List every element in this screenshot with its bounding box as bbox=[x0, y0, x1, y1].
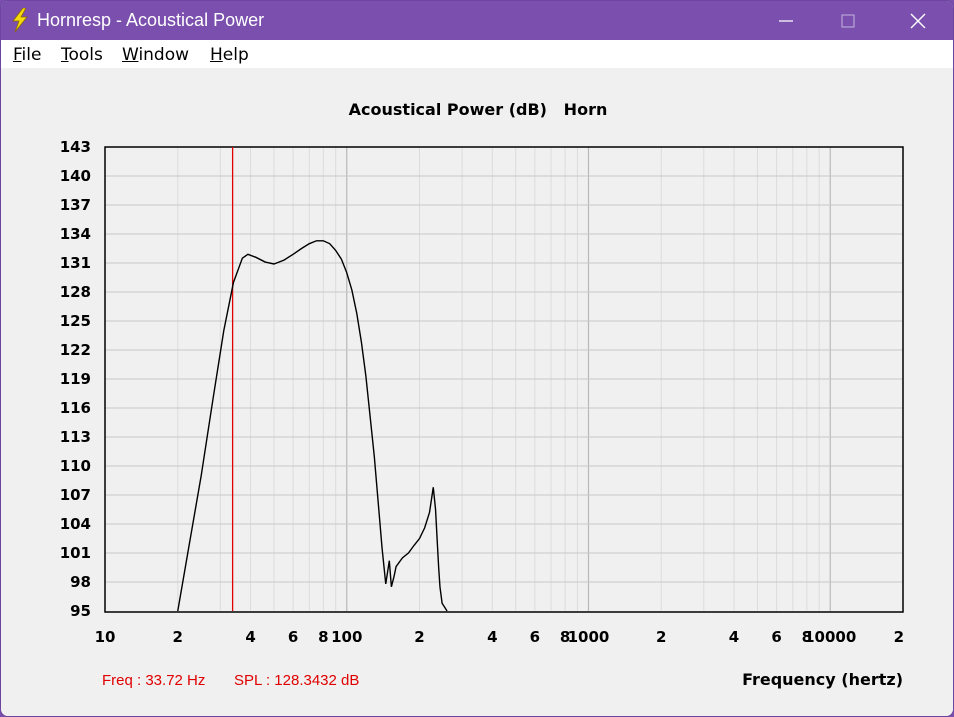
chart-area: Acoustical Power (dB) Horn 143 140 137 134 1… bbox=[1, 68, 953, 716]
x-tick-label: 6 bbox=[530, 628, 540, 646]
x-tick-label: 2 bbox=[414, 628, 424, 646]
x-tick-label: 4 bbox=[729, 628, 739, 646]
freq-readout: Freq : 33.72 Hz bbox=[102, 672, 205, 689]
minimize-button[interactable] bbox=[763, 1, 809, 40]
y-tick-label: 107 bbox=[60, 486, 91, 504]
x-tick-label: 6 bbox=[288, 628, 298, 646]
lightning-bolt-icon bbox=[12, 8, 28, 32]
menu-file[interactable]: File bbox=[13, 45, 41, 65]
y-tick-label: 104 bbox=[60, 515, 91, 533]
y-tick-label: 113 bbox=[60, 428, 91, 446]
y-tick-label: 116 bbox=[60, 399, 91, 417]
y-tick-label: 143 bbox=[60, 138, 91, 156]
y-tick-label: 137 bbox=[60, 196, 91, 214]
x-tick-label: 10 bbox=[95, 628, 116, 646]
horizontal-grid bbox=[105, 175, 903, 583]
y-tick-label: 98 bbox=[70, 573, 91, 591]
y-tick-label: 125 bbox=[60, 312, 91, 330]
y-tick-label: 110 bbox=[60, 457, 91, 475]
maximize-icon bbox=[841, 14, 855, 28]
maximize-button[interactable] bbox=[825, 1, 871, 40]
spl-readout: SPL : 128.3432 dB bbox=[234, 672, 359, 689]
x-tick-label: 4 bbox=[487, 628, 497, 646]
x-axis-labels: 10 2 4 6 8 100 2 4 6 81000 2 4 6 810000 2 bbox=[95, 628, 904, 646]
y-tick-label: 119 bbox=[60, 370, 91, 388]
menu-tools[interactable]: Tools bbox=[61, 45, 103, 65]
y-tick-label: 95 bbox=[70, 602, 91, 620]
menu-bar: File Tools Window Help bbox=[1, 40, 953, 68]
close-icon bbox=[910, 13, 926, 29]
x-tick-label: 6 bbox=[771, 628, 781, 646]
menu-help[interactable]: Help bbox=[210, 45, 249, 65]
x-tick-label: 100 bbox=[331, 628, 362, 646]
x-tick-label: 1000 bbox=[568, 628, 610, 646]
y-tick-label: 140 bbox=[60, 167, 91, 185]
chart-title: Acoustical Power (dB) Horn bbox=[349, 100, 608, 119]
y-tick-label: 101 bbox=[60, 544, 91, 562]
x-tick-label: 2 bbox=[656, 628, 666, 646]
y-tick-label: 134 bbox=[60, 225, 91, 243]
minimize-icon bbox=[779, 20, 793, 22]
acoustical-power-chart[interactable]: Acoustical Power (dB) Horn 1431401371341… bbox=[1, 68, 953, 716]
x-tick-label: 8 bbox=[318, 628, 328, 646]
app-window: Hornresp - Acoustical Power File Tools W… bbox=[0, 0, 954, 717]
y-tick-label: 128 bbox=[60, 283, 91, 301]
window-title: Hornresp - Acoustical Power bbox=[37, 10, 265, 30]
x-tick-label: 4 bbox=[245, 628, 255, 646]
y-axis-labels: 143 140 137 134 131 128 125 122 119 116 113 110 107 1… bbox=[60, 138, 91, 620]
title-bar[interactable]: Hornresp - Acoustical Power bbox=[1, 1, 953, 40]
x-tick-label: 2 bbox=[894, 628, 904, 646]
menu-window[interactable]: Window bbox=[122, 45, 189, 65]
x-tick-label: 2 bbox=[173, 628, 183, 646]
close-button[interactable] bbox=[895, 1, 941, 40]
y-tick-label: 131 bbox=[60, 254, 91, 272]
y-tick-label: 122 bbox=[60, 341, 91, 359]
x-tick-label: 10000 bbox=[804, 628, 856, 646]
x-axis-label: Frequency (hertz) bbox=[742, 670, 903, 689]
acoustical-power-curve bbox=[177, 240, 448, 612]
